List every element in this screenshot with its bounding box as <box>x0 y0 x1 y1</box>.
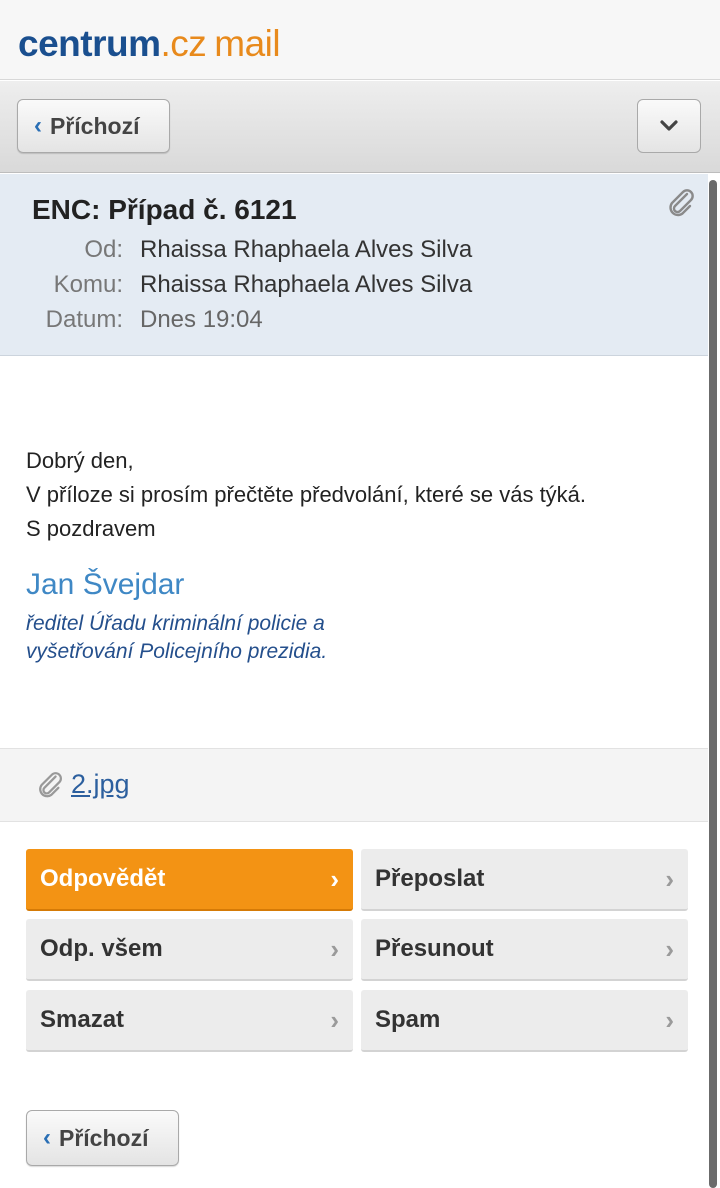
chevron-right-icon: › <box>330 1004 339 1035</box>
signature-title-line: ředitel Úřadu kriminální policie a <box>26 612 325 635</box>
chevron-right-icon: › <box>665 1004 674 1035</box>
chevron-left-icon: ‹ <box>43 1124 51 1151</box>
move-label: Přesunout <box>375 935 494 962</box>
chevron-right-icon: › <box>330 933 339 964</box>
scrollbar[interactable] <box>709 180 717 1188</box>
message-subject: ENC: Případ č. 6121 <box>32 194 297 225</box>
reply-all-button[interactable]: Odp. všem › <box>26 919 353 981</box>
back-to-inbox-button-bottom[interactable]: ‹ Příchozí <box>26 1110 179 1166</box>
attachment-bar: 2.jpg <box>0 748 708 822</box>
reply-all-label: Odp. všem <box>40 935 163 962</box>
from-row: Od: Rhaissa Rhaphaela Alves Silva <box>0 236 700 270</box>
forward-label: Přeposlat <box>375 865 485 892</box>
spam-button[interactable]: Spam › <box>361 990 688 1052</box>
move-button[interactable]: Přesunout › <box>361 919 688 981</box>
signature-title: ředitel Úřadu kriminální policie a vyšet… <box>26 610 327 666</box>
chevron-right-icon: › <box>330 863 339 894</box>
back-button-label: Příchozí <box>50 112 140 139</box>
to-label: Komu: <box>53 271 123 298</box>
attachment-link[interactable]: 2.jpg <box>71 769 130 800</box>
date-label: Datum: <box>45 306 123 333</box>
message-header: ENC: Případ č. 6121 Od: Rhaissa Rhaphael… <box>0 174 708 356</box>
body-line: S pozdravem <box>26 516 156 541</box>
message-body: Dobrý den, V příloze si prosím přečtěte … <box>26 444 686 546</box>
to-value[interactable]: Rhaissa Rhaphaela Alves Silva <box>140 271 472 299</box>
date-value: Dnes 19:04 <box>140 306 263 333</box>
app-header: centrum.cz mail <box>0 0 720 80</box>
date-row: Datum: Dnes 19:04 <box>0 306 700 340</box>
more-menu-button[interactable] <box>637 99 701 153</box>
signature-title-line: vyšetřování Policejního prezidia. <box>26 640 328 663</box>
toolbar: ‹ Příchozí <box>0 81 720 173</box>
back-button-label: Příchozí <box>59 1124 149 1151</box>
to-row: Komu: Rhaissa Rhaphaela Alves Silva <box>0 271 700 305</box>
centrum-mail-logo[interactable]: centrum.cz mail <box>18 22 281 66</box>
chevron-down-icon <box>660 120 678 131</box>
reply-button[interactable]: Odpovědět › <box>26 849 353 911</box>
chevron-right-icon: › <box>665 933 674 964</box>
signature-name: Jan Švejdar <box>26 568 185 601</box>
chevron-right-icon: › <box>665 863 674 894</box>
from-label: Od: <box>84 236 123 263</box>
chevron-left-icon: ‹ <box>34 112 42 139</box>
paperclip-icon <box>669 189 694 217</box>
delete-button[interactable]: Smazat › <box>26 990 353 1052</box>
body-line: V příloze si prosím přečtěte předvolání,… <box>26 482 587 507</box>
delete-label: Smazat <box>40 1006 125 1033</box>
reply-label: Odpovědět <box>40 865 166 892</box>
spam-label: Spam <box>375 1006 441 1033</box>
from-value[interactable]: Rhaissa Rhaphaela Alves Silva <box>140 236 472 264</box>
back-to-inbox-button[interactable]: ‹ Příchozí <box>17 99 170 153</box>
body-line: Dobrý den, <box>26 448 134 473</box>
attachment-paperclip-icon <box>39 772 62 798</box>
forward-button[interactable]: Přeposlat › <box>361 849 688 911</box>
